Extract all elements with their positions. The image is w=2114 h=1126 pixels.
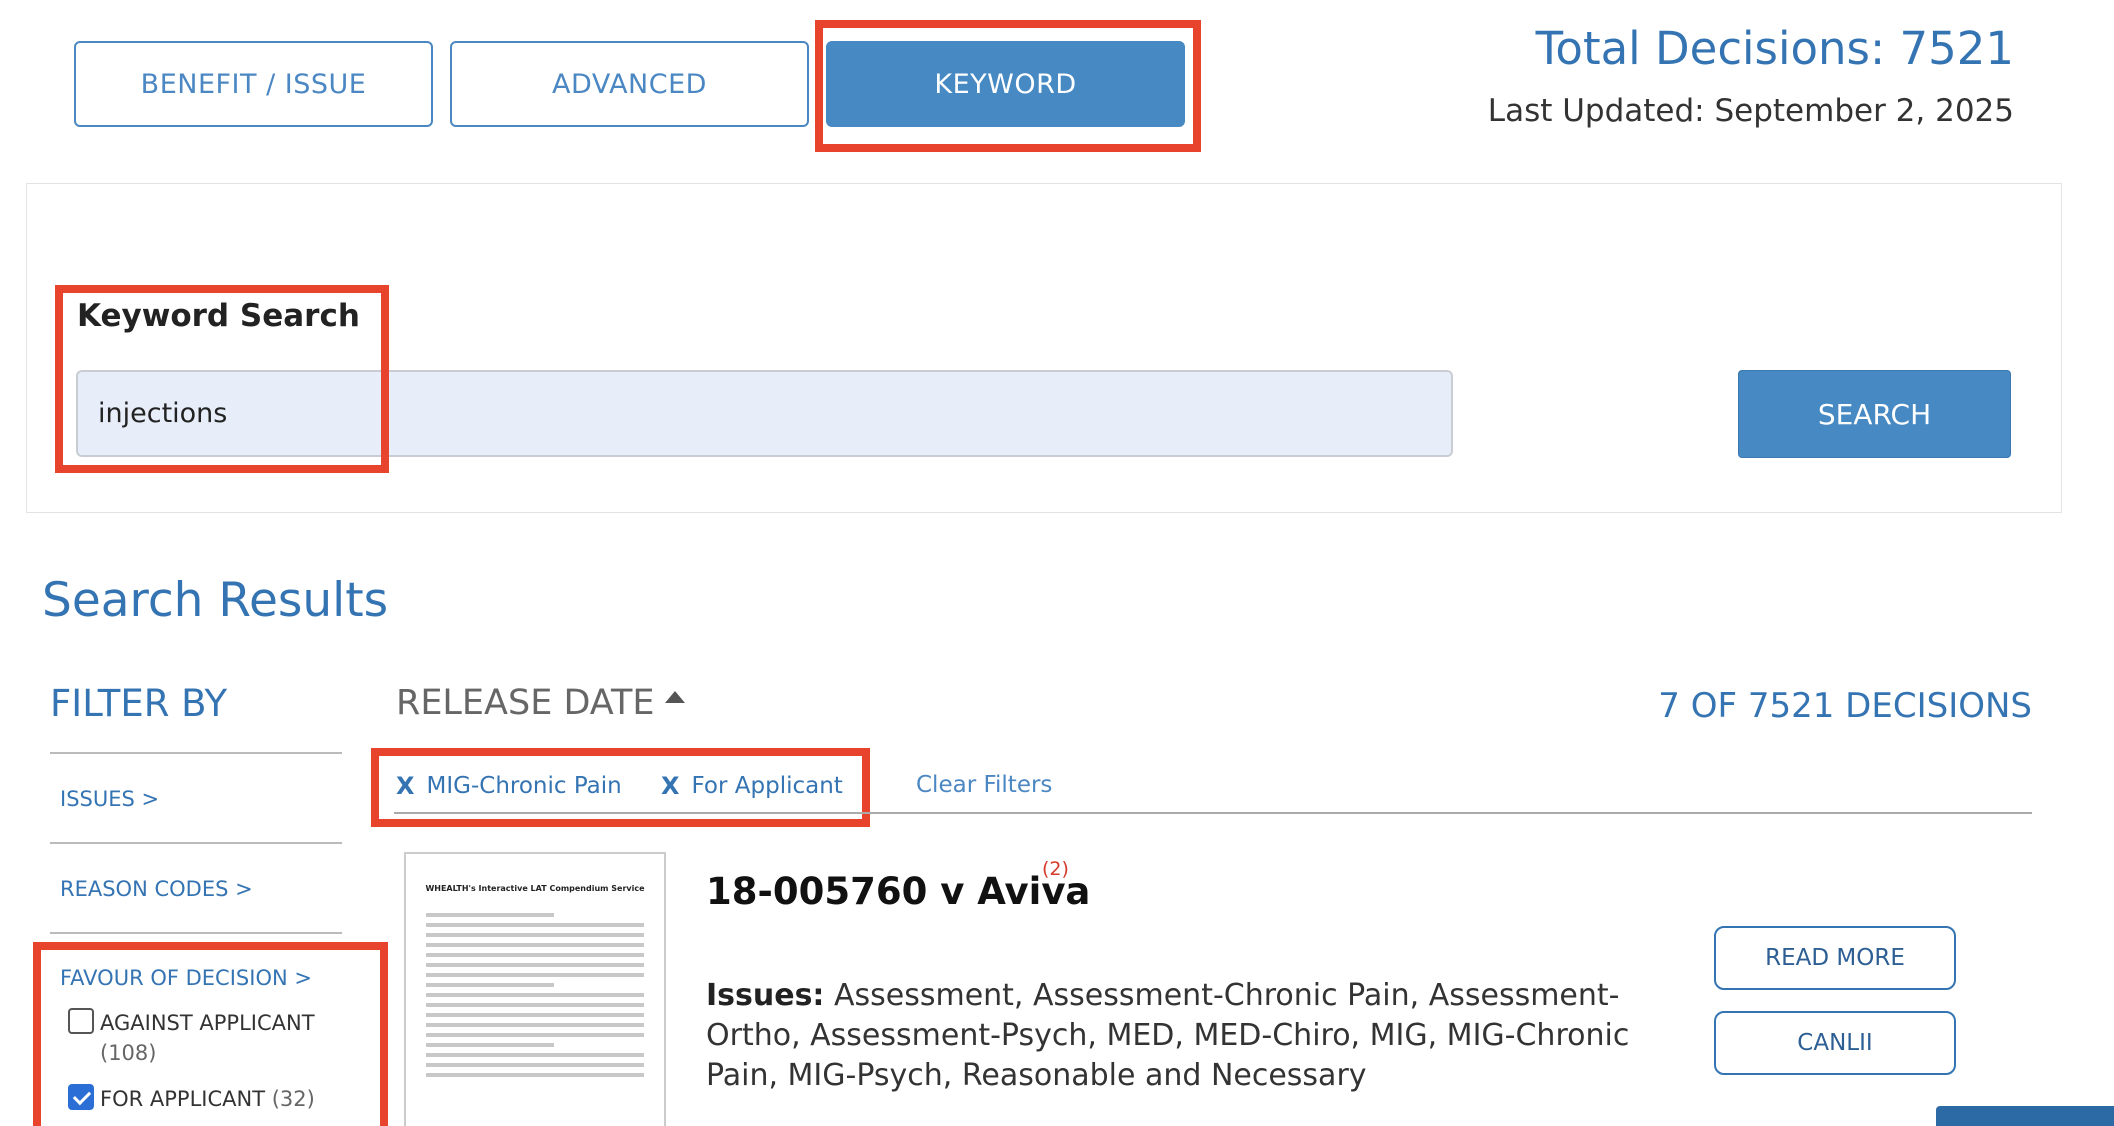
- issues-text: Assessment, Assessment-Chronic Pain, Ass…: [706, 978, 1630, 1093]
- thumb-line: [426, 933, 644, 937]
- last-updated: Last Updated: September 2, 2025: [1487, 93, 2014, 129]
- case-issues: Issues: Assessment, Assessment-Chronic P…: [706, 976, 1656, 1096]
- filter-issues[interactable]: ISSUES >: [60, 787, 159, 811]
- read-more-button[interactable]: READ MORE: [1714, 926, 1956, 990]
- caret-up-icon: [664, 691, 685, 703]
- thumb-line: [426, 953, 644, 957]
- tab-advanced[interactable]: ADVANCED: [450, 41, 809, 127]
- thumb-line: [426, 963, 644, 967]
- sort-label: RELEASE DATE: [396, 683, 655, 723]
- thumbnail-title: WHEALTH's Interactive LAT Compendium Ser…: [425, 884, 645, 893]
- thumb-line: [426, 983, 554, 987]
- thumb-line: [426, 1073, 644, 1077]
- thumb-line: [426, 973, 644, 977]
- thumb-line: [426, 1053, 644, 1057]
- canlii-button[interactable]: CANLII: [1714, 1011, 1956, 1075]
- case-count-badge: (2): [1042, 858, 1069, 880]
- chip-label: For Applicant: [691, 773, 843, 799]
- close-icon[interactable]: X: [396, 772, 415, 800]
- divider: [50, 842, 342, 844]
- option-against-applicant[interactable]: AGAINST APPLICANT (108): [68, 1008, 315, 1068]
- against-applicant-label: AGAINST APPLICANT: [100, 1011, 315, 1035]
- thumb-line: [426, 1033, 644, 1037]
- thumb-line: [426, 913, 554, 917]
- sort-release-date[interactable]: RELEASE DATE: [396, 683, 685, 723]
- search-button[interactable]: SEARCH: [1738, 370, 2011, 458]
- for-applicant-count: (32): [271, 1087, 315, 1111]
- thumb-line: [426, 1023, 644, 1027]
- against-applicant-checkbox[interactable]: [68, 1008, 94, 1034]
- decision-thumbnail[interactable]: WHEALTH's Interactive LAT Compendium Ser…: [404, 852, 666, 1126]
- chip-for-applicant[interactable]: X For Applicant: [661, 772, 843, 800]
- chip-mig-chronic-pain[interactable]: X MIG-Chronic Pain: [396, 772, 622, 800]
- issues-label: Issues:: [706, 978, 825, 1013]
- for-applicant-label: FOR APPLICANT: [100, 1087, 266, 1111]
- against-applicant-count: (108): [100, 1041, 157, 1065]
- scroll-to-top-button[interactable]: [1936, 1106, 2114, 1126]
- thumb-line: [426, 1063, 644, 1067]
- thumb-line: [426, 1003, 644, 1007]
- keyword-search-label: Keyword Search: [77, 298, 360, 334]
- search-results-title: Search Results: [42, 573, 389, 628]
- tab-benefit-issue[interactable]: BENEFIT / ISSUE: [74, 41, 433, 127]
- case-title[interactable]: 18-005760 v Aviva: [706, 870, 1090, 913]
- keyword-search-input[interactable]: [76, 370, 1453, 457]
- divider: [50, 752, 342, 754]
- filter-reason-codes[interactable]: REASON CODES >: [60, 877, 253, 901]
- divider: [50, 932, 342, 934]
- search-panel: [26, 183, 2062, 513]
- thumb-line: [426, 923, 644, 927]
- divider: [394, 812, 2032, 814]
- option-for-applicant[interactable]: FOR APPLICANT (32): [68, 1084, 315, 1114]
- total-decisions: Total Decisions: 7521: [1535, 22, 2014, 75]
- thumb-line: [426, 1013, 644, 1017]
- close-icon[interactable]: X: [661, 772, 680, 800]
- clear-filters-link[interactable]: Clear Filters: [916, 772, 1052, 798]
- tab-keyword[interactable]: KEYWORD: [826, 41, 1185, 127]
- filter-by-title: FILTER BY: [50, 682, 228, 725]
- thumb-line: [426, 1043, 554, 1047]
- for-applicant-checkbox[interactable]: [68, 1084, 94, 1110]
- thumb-line: [426, 993, 644, 997]
- chip-label: MIG-Chronic Pain: [426, 773, 622, 799]
- filter-favour-of-decision[interactable]: FAVOUR OF DECISION >: [60, 966, 312, 990]
- thumb-line: [426, 943, 644, 947]
- decisions-count: 7 OF 7521 DECISIONS: [1658, 686, 2032, 726]
